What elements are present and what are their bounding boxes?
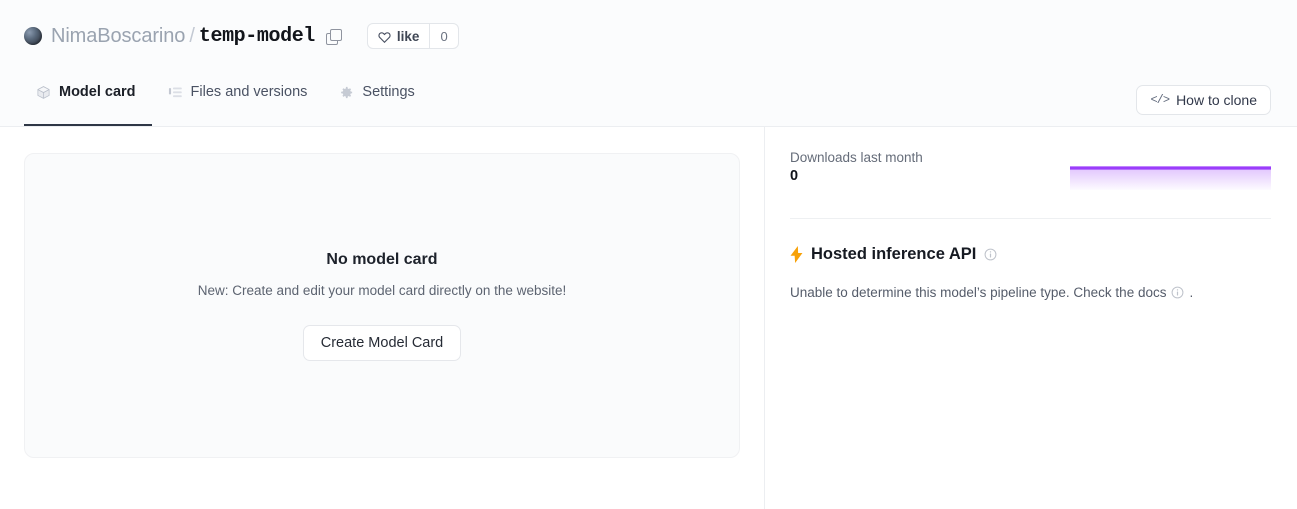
create-model-card-button[interactable]: Create Model Card (303, 325, 462, 361)
tab-model-card[interactable]: Model card (24, 72, 152, 126)
empty-model-card-panel: No model card New: Create and edit your … (24, 153, 740, 458)
model-card-column: No model card New: Create and edit your … (0, 127, 765, 509)
gear-icon (339, 85, 354, 100)
repo-owner-link[interactable]: NimaBoscarino (51, 25, 185, 48)
hosted-inference-message: Unable to determine this model’s pipelin… (790, 285, 1271, 300)
hosted-inference-title: Hosted inference API (811, 245, 976, 264)
empty-card-subtitle: New: Create and edit your model card dir… (198, 283, 566, 298)
repo-breadcrumb: NimaBoscarino / temp-model like 0 (0, 0, 1297, 72)
heart-icon (378, 30, 391, 43)
hosted-inference-header: Hosted inference API (790, 245, 1271, 264)
empty-card-title: No model card (326, 251, 437, 269)
like-button-group[interactable]: like 0 (367, 23, 459, 49)
repo-name[interactable]: temp-model (199, 25, 315, 48)
like-button[interactable]: like (368, 24, 430, 48)
file-list-icon (168, 85, 183, 100)
lightning-bolt-icon (790, 246, 803, 263)
clone-label: How to clone (1176, 92, 1257, 108)
copy-icon[interactable] (326, 29, 341, 44)
repo-sidebar: Downloads last month 0 Hosted inference … (765, 127, 1297, 509)
code-icon: </> (1150, 93, 1169, 107)
how-to-clone-button[interactable]: </> How to clone (1136, 85, 1271, 115)
avatar (24, 27, 42, 45)
tab-label: Settings (362, 84, 414, 100)
docs-info-icon[interactable] (1171, 286, 1184, 299)
sidebar-divider (790, 218, 1271, 219)
like-count: 0 (429, 24, 457, 48)
tab-label: Files and versions (191, 84, 308, 100)
downloads-sparkline-chart[interactable] (1070, 152, 1271, 190)
repo-tabbar: Model card Files and versions Settings <… (0, 72, 1297, 126)
cube-icon (36, 85, 51, 100)
breadcrumb-separator: / (189, 25, 195, 48)
info-icon[interactable] (984, 248, 997, 261)
inference-message-text: Unable to determine this model’s pipelin… (790, 285, 1166, 300)
tab-settings[interactable]: Settings (323, 72, 430, 126)
page-body: No model card New: Create and edit your … (0, 127, 1297, 509)
like-label: like (397, 29, 420, 44)
downloads-section: Downloads last month 0 (790, 150, 1271, 205)
tab-label: Model card (59, 84, 136, 100)
page-header: NimaBoscarino / temp-model like 0 Model … (0, 0, 1297, 127)
inference-message-period: . (1189, 285, 1193, 300)
tab-files-and-versions[interactable]: Files and versions (152, 72, 324, 126)
